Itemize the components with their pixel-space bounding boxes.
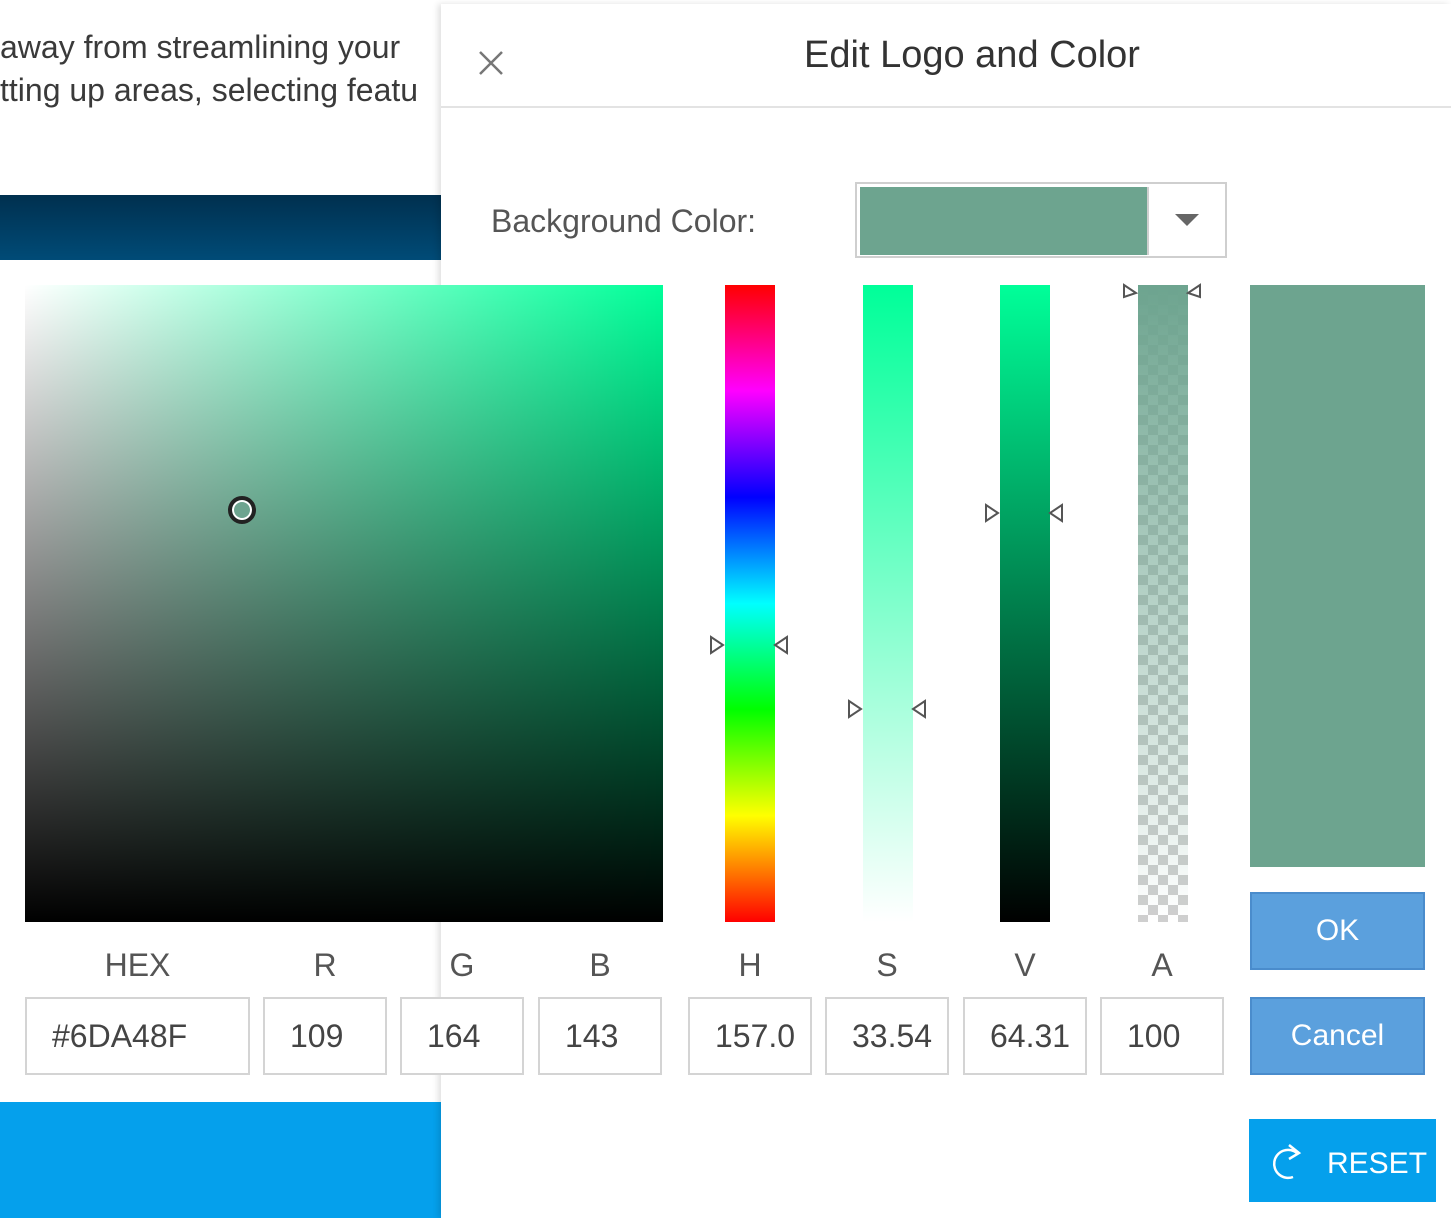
h-label: H bbox=[738, 947, 762, 983]
background-text: away from streamlining your tting up are… bbox=[0, 26, 440, 112]
alpha-slider-right-arrow-icon[interactable] bbox=[1186, 279, 1202, 299]
value-slider[interactable] bbox=[1000, 285, 1050, 922]
hue-slider-right-arrow-icon[interactable] bbox=[773, 635, 789, 655]
saturation-slider[interactable] bbox=[863, 285, 913, 922]
r-input[interactable] bbox=[263, 997, 387, 1075]
hex-input[interactable] bbox=[25, 997, 250, 1075]
v-input[interactable] bbox=[963, 997, 1087, 1075]
a-input[interactable] bbox=[1100, 997, 1224, 1075]
hue-slider[interactable] bbox=[725, 285, 775, 922]
color-preview bbox=[1250, 285, 1425, 867]
v-label: V bbox=[1014, 947, 1036, 983]
saturation-slider-right-arrow-icon[interactable] bbox=[911, 699, 927, 719]
g-input[interactable] bbox=[400, 997, 524, 1075]
a-label: A bbox=[1151, 947, 1173, 983]
color-picker-handle[interactable] bbox=[228, 496, 256, 524]
background-header-band bbox=[0, 195, 441, 260]
h-input[interactable] bbox=[688, 997, 812, 1075]
alpha-slider[interactable] bbox=[1138, 285, 1188, 922]
reset-button[interactable]: RESET bbox=[1249, 1119, 1436, 1202]
panel-title: Edit Logo and Color bbox=[804, 34, 1140, 76]
background-text-line-1: away from streamlining your bbox=[0, 29, 401, 65]
alpha-slider-left-arrow-icon[interactable] bbox=[1122, 279, 1138, 299]
g-label: G bbox=[449, 947, 475, 983]
b-label: B bbox=[589, 947, 611, 983]
saturation-value-area[interactable] bbox=[25, 285, 663, 922]
saturation-slider-left-arrow-icon[interactable] bbox=[847, 699, 863, 719]
value-slider-right-arrow-icon[interactable] bbox=[1048, 503, 1064, 523]
background-color-swatch bbox=[860, 187, 1149, 255]
s-input[interactable] bbox=[825, 997, 949, 1075]
panel-header: Edit Logo and Color bbox=[441, 4, 1451, 108]
b-input[interactable] bbox=[538, 997, 662, 1075]
r-label: R bbox=[313, 947, 337, 983]
background-blue-band bbox=[0, 1102, 441, 1218]
chevron-down-icon[interactable] bbox=[1175, 214, 1199, 226]
s-label: S bbox=[876, 947, 898, 983]
background-color-label: Background Color: bbox=[491, 203, 757, 239]
hex-label: HEX bbox=[104, 947, 171, 983]
value-slider-left-arrow-icon[interactable] bbox=[984, 503, 1000, 523]
rotate-right-icon bbox=[1269, 1139, 1309, 1183]
ok-button[interactable]: OK bbox=[1250, 892, 1425, 970]
cancel-button[interactable]: Cancel bbox=[1250, 997, 1425, 1075]
background-text-line-2: tting up areas, selecting featu bbox=[0, 72, 419, 108]
reset-button-label: RESET bbox=[1327, 1147, 1428, 1180]
background-color-dropdown[interactable] bbox=[855, 182, 1227, 258]
hue-slider-left-arrow-icon[interactable] bbox=[709, 635, 725, 655]
